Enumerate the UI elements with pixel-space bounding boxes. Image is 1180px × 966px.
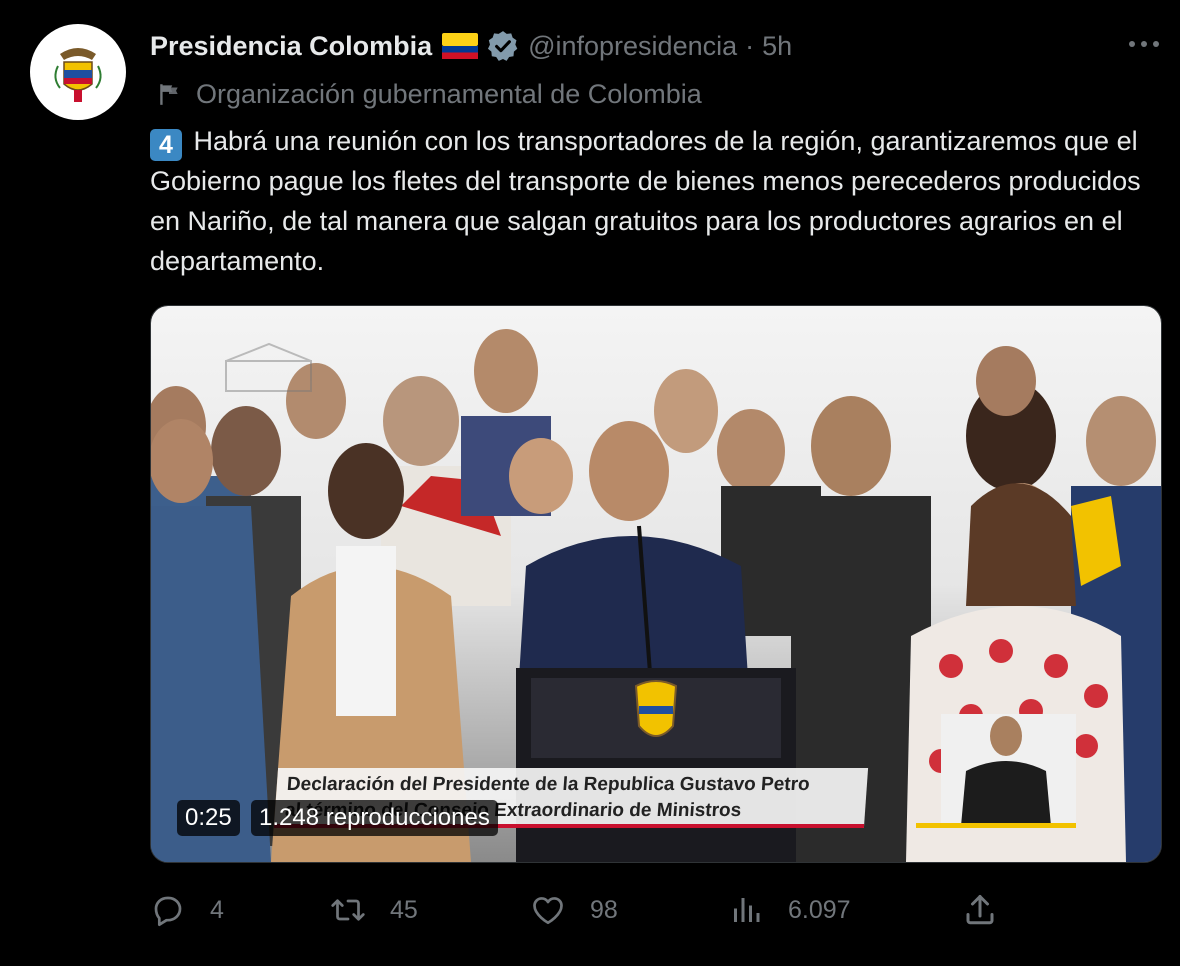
- video-view-count: 1.248 reproducciones: [251, 800, 498, 836]
- tweet-text: 4 Habrá una reunión con los transportado…: [150, 121, 1162, 281]
- tweet-header: Presidencia Colombia @infopresidencia · …: [150, 26, 792, 66]
- organization-label: Organización gubernamental de Colombia: [156, 76, 702, 112]
- tweet-actions: 4 45 98 6.097: [0, 890, 1180, 930]
- share-button[interactable]: [962, 890, 998, 930]
- video-duration: 0:25: [177, 800, 240, 836]
- video-player[interactable]: Declaración del Presidente de la Republi…: [150, 305, 1162, 863]
- tweet-body: Habrá una reunión con los transportadore…: [150, 126, 1141, 276]
- view-analytics-button[interactable]: 6.097: [728, 890, 851, 930]
- separator-dot: ·: [745, 30, 755, 61]
- retweet-icon: [331, 899, 365, 921]
- heart-icon: [533, 897, 563, 925]
- retweet-count: 45: [390, 895, 418, 924]
- lower-third-line1: Declaración del Presidente de la Republi…: [286, 774, 811, 795]
- podium: [516, 668, 796, 862]
- view-count: 6.097: [788, 895, 851, 924]
- more-dots-icon: [1129, 41, 1159, 47]
- author-avatar[interactable]: [30, 24, 126, 120]
- reply-icon: [154, 896, 182, 927]
- flag-icon: [160, 84, 178, 105]
- share-icon: [966, 895, 994, 925]
- author-display-name[interactable]: Presidencia Colombia: [150, 31, 432, 62]
- like-button[interactable]: 98: [530, 890, 618, 930]
- organization-label-text: Organización gubernamental de Colombia: [196, 78, 702, 109]
- like-count: 98: [590, 895, 618, 924]
- tweet-timestamp[interactable]: 5h: [762, 31, 792, 62]
- retweet-button[interactable]: 45: [330, 890, 418, 930]
- author-handle[interactable]: @infopresidencia: [528, 31, 737, 62]
- colombia-flag-icon: [442, 33, 479, 59]
- coat-of-arms-icon: [32, 26, 124, 118]
- verified-badge-icon[interactable]: [486, 29, 520, 63]
- keycap-four-icon: 4: [150, 129, 182, 161]
- analytics-icon: [734, 898, 760, 922]
- reply-button[interactable]: 4: [150, 890, 224, 930]
- more-options-button[interactable]: [1124, 32, 1164, 56]
- reply-count: 4: [210, 895, 224, 924]
